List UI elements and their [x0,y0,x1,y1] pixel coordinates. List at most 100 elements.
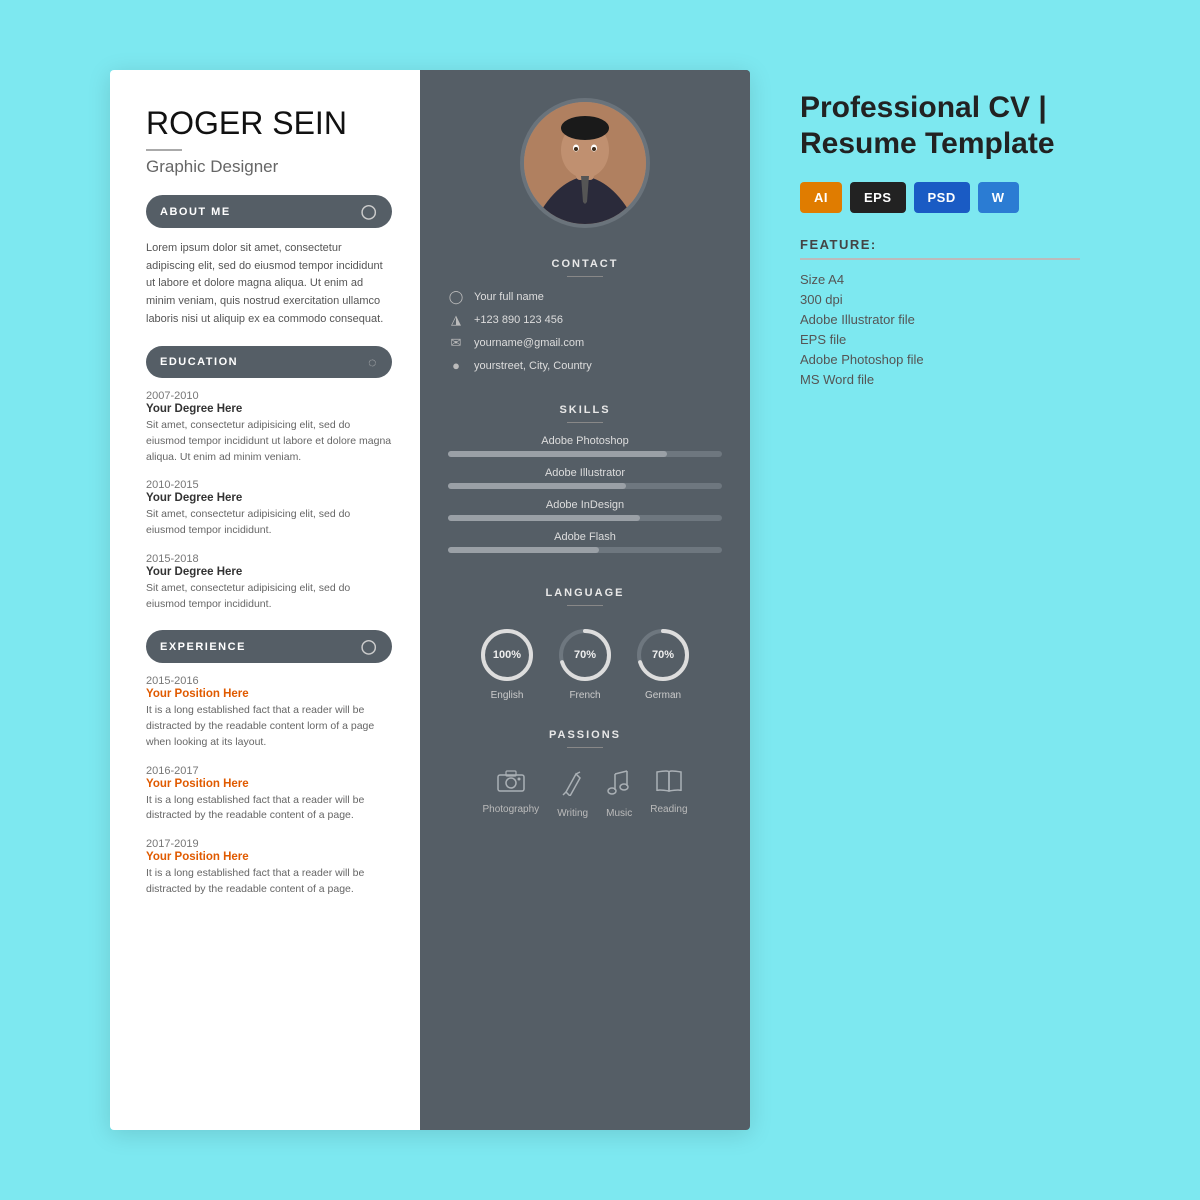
exp-item-3: 2017-2019 Your Position Here It is a lon… [146,838,392,898]
portrait-svg [524,102,646,224]
left-panel: ROGER SEIN Graphic Designer ABOUT ME ◯ L… [110,70,420,1130]
skill-photoshop-bar-fill [448,451,667,457]
feature-title: FEATURE: [800,237,1080,260]
music-icon [607,770,631,802]
education-list: 2007-2010 Your Degree Here Sit amet, con… [146,390,392,612]
contact-address-text: yourstreet, City, Country [474,360,592,372]
badge-w: W [978,182,1019,213]
exp-item-1: 2015-2016 Your Position Here It is a lon… [146,675,392,750]
email-icon: ✉ [448,335,464,351]
camera-icon [497,770,525,798]
profile-photo [520,98,650,228]
contact-name-text: Your full name [474,291,544,303]
experience-section-header: EXPERIENCE ◯ [146,630,392,663]
feature-word-file: MS Word file [800,372,1080,387]
passions-section-title: PASSIONS [549,729,621,741]
skill-photoshop-bar-bg [448,451,722,457]
about-section-header: ABOUT ME ◯ [146,195,392,228]
lang-french-percent: 70% [574,649,596,661]
skill-flash: Adobe Flash [448,531,722,553]
name-block: ROGER SEIN Graphic Designer [146,106,392,177]
right-panel: CONTACT ◯ Your full name ◮ +123 890 123 … [420,70,750,1130]
edu-year-2: 2010-2015 [146,479,392,491]
passion-reading: Reading [650,770,687,819]
language-section: 100% English 70% French [420,618,750,701]
contact-phone: ◮ +123 890 123 456 [448,312,722,328]
passions-section: Photography Writing [420,760,750,819]
cv-card: ROGER SEIN Graphic Designer ABOUT ME ◯ L… [110,70,750,1130]
edu-desc-3: Sit amet, consectetur adipisicing elit, … [146,581,392,613]
edu-desc-1: Sit amet, consectetur adipisicing elit, … [146,418,392,465]
edu-item-2: 2010-2015 Your Degree Here Sit amet, con… [146,479,392,539]
person-contact-icon: ◯ [448,289,464,305]
product-title: Professional CV | Resume Template [800,90,1080,162]
skill-illustrator-bar-bg [448,483,722,489]
experience-list: 2015-2016 Your Position Here It is a lon… [146,675,392,897]
passions-divider [567,747,603,748]
exp-position-1: Your Position Here [146,688,392,700]
skill-illustrator-bar-fill [448,483,626,489]
skills-section: Adobe Photoshop Adobe Illustrator Adobe … [420,435,750,563]
contact-phone-text: +123 890 123 456 [474,314,563,326]
exp-year-1: 2015-2016 [146,675,392,687]
lang-english-percent: 100% [493,649,521,661]
pen-icon [562,770,584,802]
badge-ai: AI [800,182,842,213]
reading-label: Reading [650,804,687,815]
lang-german-name: German [645,690,681,701]
about-text: Lorem ipsum dolor sit amet, consectetur … [146,240,392,328]
lang-french-name: French [569,690,600,701]
contact-address: ● yourstreet, City, Country [448,358,722,373]
full-name: ROGER SEIN [146,106,392,141]
about-label: ABOUT ME [160,206,231,218]
passion-icons: Photography Writing [440,770,730,819]
edu-degree-2: Your Degree Here [146,492,392,504]
edu-degree-3: Your Degree Here [146,566,392,578]
language-divider [567,605,603,606]
book-icon [656,770,682,798]
exp-desc-2: It is a long established fact that a rea… [146,793,392,825]
lang-german: 70% German [634,626,692,701]
skill-photoshop-name: Adobe Photoshop [448,435,722,447]
skills-divider [567,422,603,423]
passion-photography: Photography [482,770,539,819]
skill-flash-bar-bg [448,547,722,553]
feature-dpi: 300 dpi [800,292,1080,307]
format-badges: AI EPS PSD W [800,182,1080,213]
feature-ai-file: Adobe Illustrator file [800,312,1080,327]
briefcase-icon: ◯ [361,638,378,655]
contact-list: ◯ Your full name ◮ +123 890 123 456 ✉ yo… [420,289,750,380]
skill-illustrator: Adobe Illustrator [448,467,722,489]
location-icon: ● [448,358,464,373]
name-divider [146,149,182,151]
education-section-header: EDUCATION ◌ [146,346,392,378]
passion-music: Music [606,770,632,819]
skill-indesign: Adobe InDesign [448,499,722,521]
exp-position-2: Your Position Here [146,778,392,790]
language-circles: 100% English 70% French [440,626,730,701]
feature-size: Size A4 [800,272,1080,287]
last-name: SEIN [272,105,347,141]
edu-degree-1: Your Degree Here [146,403,392,415]
edu-year-3: 2015-2018 [146,553,392,565]
exp-year-3: 2017-2019 [146,838,392,850]
exp-desc-1: It is a long established fact that a rea… [146,703,392,750]
badge-psd: PSD [914,182,970,213]
skills-section-title: SKILLS [559,404,610,416]
skill-illustrator-name: Adobe Illustrator [448,467,722,479]
lang-german-circle: 70% [634,626,692,684]
skill-indesign-name: Adobe InDesign [448,499,722,511]
exp-item-2: 2016-2017 Your Position Here It is a lon… [146,765,392,825]
lang-english-name: English [491,690,524,701]
graduation-icon: ◌ [368,354,378,370]
edu-desc-2: Sit amet, consectetur adipisicing elit, … [146,507,392,539]
passion-writing: Writing [557,770,588,819]
feature-list: Size A4 300 dpi Adobe Illustrator file E… [800,272,1080,387]
writing-label: Writing [557,808,588,819]
job-title: Graphic Designer [146,157,392,177]
education-label: EDUCATION [160,356,238,368]
page-wrapper: ROGER SEIN Graphic Designer ABOUT ME ◯ L… [70,10,1130,1190]
exp-year-2: 2016-2017 [146,765,392,777]
exp-desc-3: It is a long established fact that a rea… [146,866,392,898]
lang-german-percent: 70% [652,649,674,661]
